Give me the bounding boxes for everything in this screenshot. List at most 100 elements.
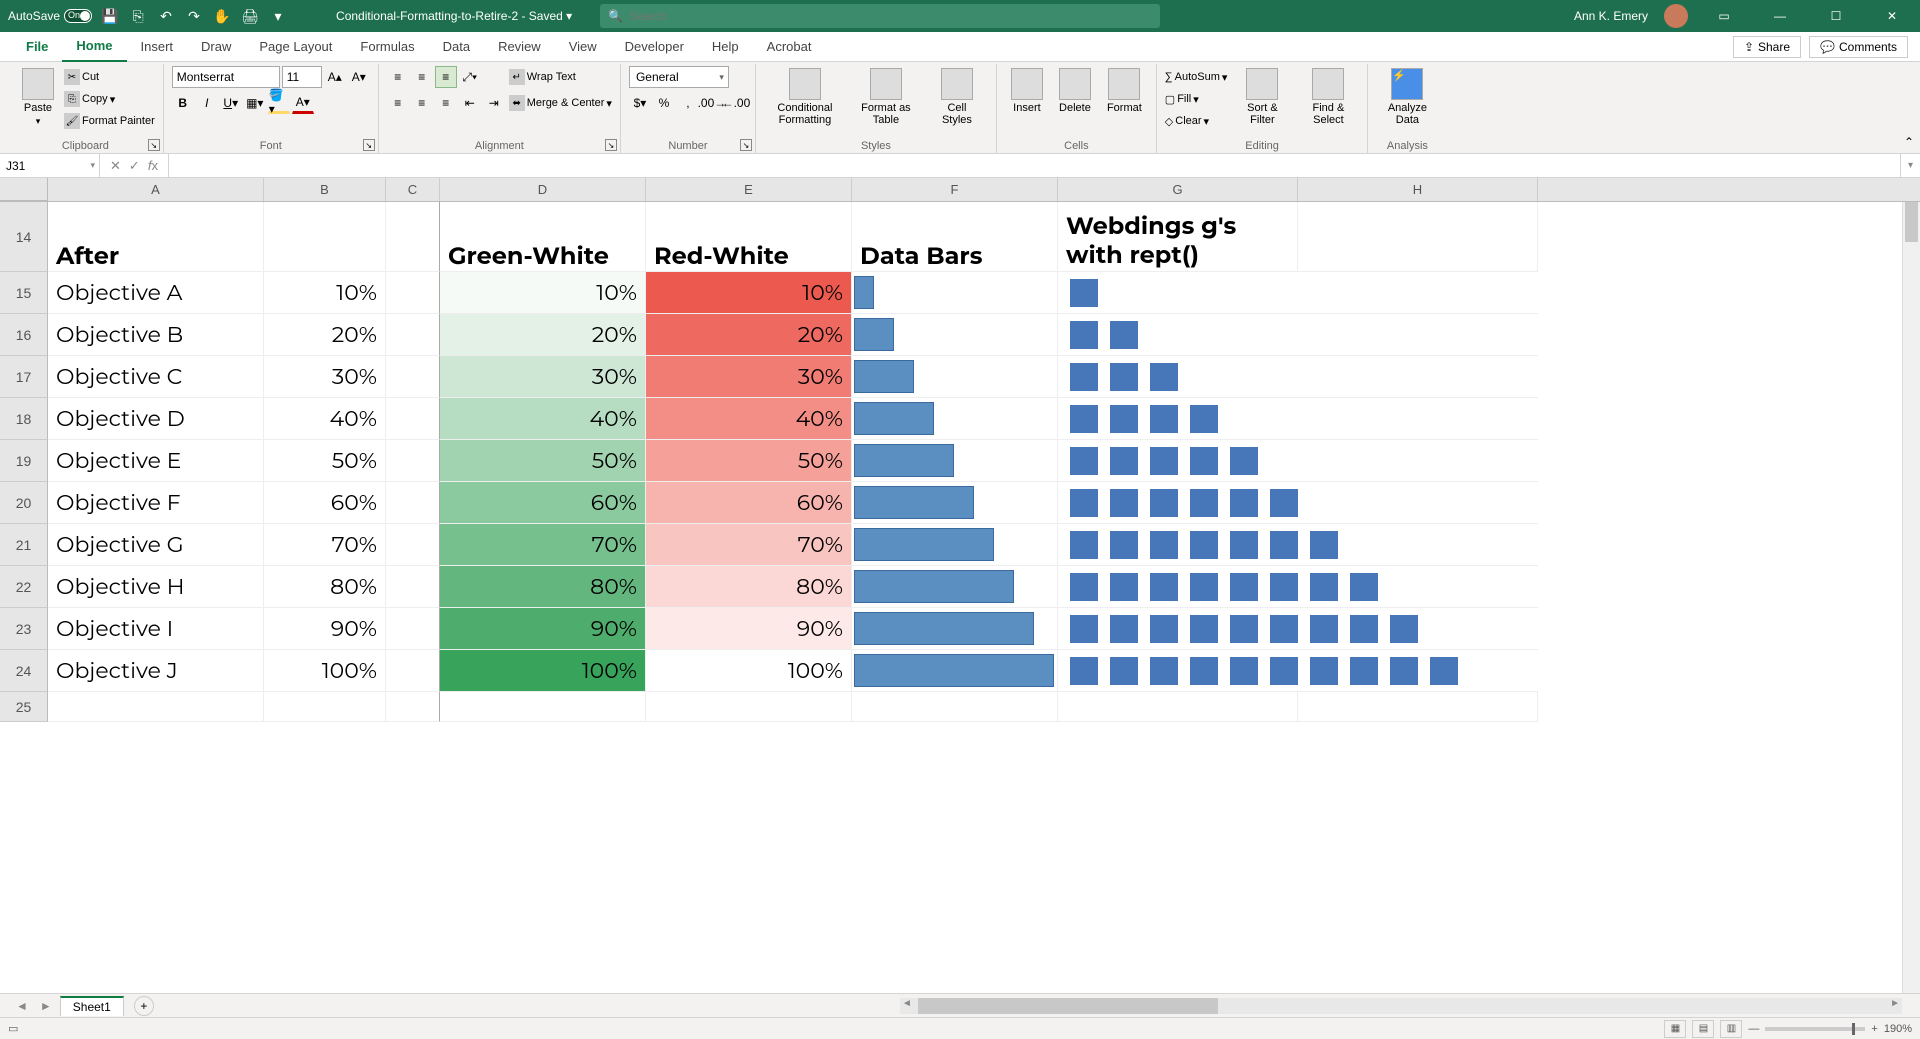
cell[interactable] [852,566,1058,608]
tab-insert[interactable]: Insert [127,32,188,62]
cell[interactable] [386,356,440,398]
cell[interactable] [1058,356,1538,398]
tab-developer[interactable]: Developer [611,32,698,62]
row-header[interactable]: 15 [0,272,48,314]
avatar[interactable] [1664,4,1688,28]
dialog-launcher-icon[interactable]: ↘ [605,139,617,151]
sort-filter-button[interactable]: Sort & Filter [1231,66,1293,128]
dialog-launcher-icon[interactable]: ↘ [148,139,160,151]
col-header-B[interactable]: B [264,178,386,201]
col-header-D[interactable]: D [440,178,646,201]
scroll-thumb[interactable] [918,998,1218,1014]
cell-styles-button[interactable]: Cell Styles [926,66,988,128]
cancel-icon[interactable]: ✕ [110,158,121,174]
zoom-thumb[interactable] [1852,1023,1855,1035]
cell[interactable] [1058,272,1538,314]
decrease-decimal-icon[interactable]: ←.00 [725,92,747,114]
collapse-ribbon-icon[interactable]: ⌃ [1904,135,1914,149]
cell[interactable] [386,650,440,692]
dialog-launcher-icon[interactable]: ↘ [740,139,752,151]
cell[interactable] [852,650,1058,692]
cell[interactable] [1058,566,1538,608]
cell[interactable]: 70% [264,524,386,566]
cell[interactable]: Objective J [48,650,264,692]
analyze-data-button[interactable]: ⚡Analyze Data [1376,66,1438,128]
cell[interactable]: 20% [440,314,646,356]
align-left-icon[interactable]: ≡ [387,92,409,114]
row-header[interactable]: 21 [0,524,48,566]
cell[interactable] [386,440,440,482]
col-header-A[interactable]: A [48,178,264,201]
cell[interactable]: 50% [264,440,386,482]
cell[interactable] [386,398,440,440]
align-top-icon[interactable]: ≡ [387,66,409,88]
cell[interactable] [1058,524,1538,566]
cell[interactable] [386,272,440,314]
cell[interactable]: Objective B [48,314,264,356]
cell[interactable]: 30% [264,356,386,398]
decrease-indent-icon[interactable]: ⇤ [459,92,481,114]
ribbon-display-icon[interactable]: ▭ [1704,0,1744,32]
cell[interactable] [1298,202,1538,272]
tab-page-layout[interactable]: Page Layout [245,32,346,62]
tab-help[interactable]: Help [698,32,753,62]
comments-button[interactable]: 💬Comments [1809,36,1908,58]
row-header[interactable]: 17 [0,356,48,398]
accounting-icon[interactable]: $▾ [629,92,651,114]
cell[interactable]: Objective F [48,482,264,524]
qat-more-icon[interactable]: ▾ [268,6,288,26]
underline-button[interactable]: U▾ [220,92,242,114]
tab-home[interactable]: Home [62,32,126,62]
col-header-G[interactable]: G [1058,178,1298,201]
decrease-font-icon[interactable]: A▾ [348,66,370,88]
format-as-table-button[interactable]: Format as Table [850,66,922,128]
wrap-text-button[interactable]: ↵Wrap Text [509,66,612,88]
row-header[interactable]: 22 [0,566,48,608]
cell[interactable]: 50% [646,440,852,482]
cell[interactable]: Objective E [48,440,264,482]
fill-color-button[interactable]: 🪣▾ [268,92,290,114]
align-center-icon[interactable]: ≡ [411,92,433,114]
scroll-thumb[interactable] [1905,202,1918,242]
cell[interactable] [386,314,440,356]
cell[interactable] [852,608,1058,650]
cell[interactable] [386,692,440,722]
comma-icon[interactable]: , [677,92,699,114]
dialog-launcher-icon[interactable]: ↘ [363,139,375,151]
orientation-icon[interactable]: ⤢▾ [459,66,481,88]
cell[interactable]: 70% [646,524,852,566]
cell[interactable] [852,692,1058,722]
format-painter-button[interactable]: 🖌Format Painter [64,110,155,132]
touch-icon[interactable]: ✋ [212,6,232,26]
cell[interactable] [1058,398,1538,440]
cell[interactable] [264,202,386,272]
increase-font-icon[interactable]: A▴ [324,66,346,88]
print-icon[interactable]: 🖨 [240,6,260,26]
add-sheet-button[interactable]: + [134,996,154,1016]
cell[interactable]: Objective D [48,398,264,440]
cell[interactable] [1058,692,1298,722]
autosave-toggle[interactable]: AutoSave On [8,9,92,23]
autosum-button[interactable]: ∑ AutoSum ▾ [1165,66,1228,88]
document-title[interactable]: Conditional-Formatting-to-Retire-2 - Sav… [336,9,572,23]
merge-center-button[interactable]: ⬌Merge & Center ▾ [509,92,612,114]
cell[interactable]: 10% [264,272,386,314]
row-header[interactable]: 14 [0,202,48,272]
cell[interactable] [646,692,852,722]
maximize-icon[interactable]: ☐ [1816,0,1856,32]
border-button[interactable]: ▦▾ [244,92,266,114]
font-size-field[interactable] [282,66,322,88]
row-header[interactable]: 18 [0,398,48,440]
cell[interactable]: 60% [440,482,646,524]
record-macro-icon[interactable]: ▭ [8,1022,18,1035]
page-break-view-icon[interactable]: ▥ [1720,1020,1742,1038]
italic-button[interactable]: I [196,92,218,114]
cell[interactable]: 60% [264,482,386,524]
cell[interactable]: Objective A [48,272,264,314]
cell[interactable] [852,314,1058,356]
enter-icon[interactable]: ✓ [129,158,140,174]
percent-icon[interactable]: % [653,92,675,114]
tab-acrobat[interactable]: Acrobat [753,32,826,62]
cell[interactable]: 30% [646,356,852,398]
tab-data[interactable]: Data [429,32,484,62]
